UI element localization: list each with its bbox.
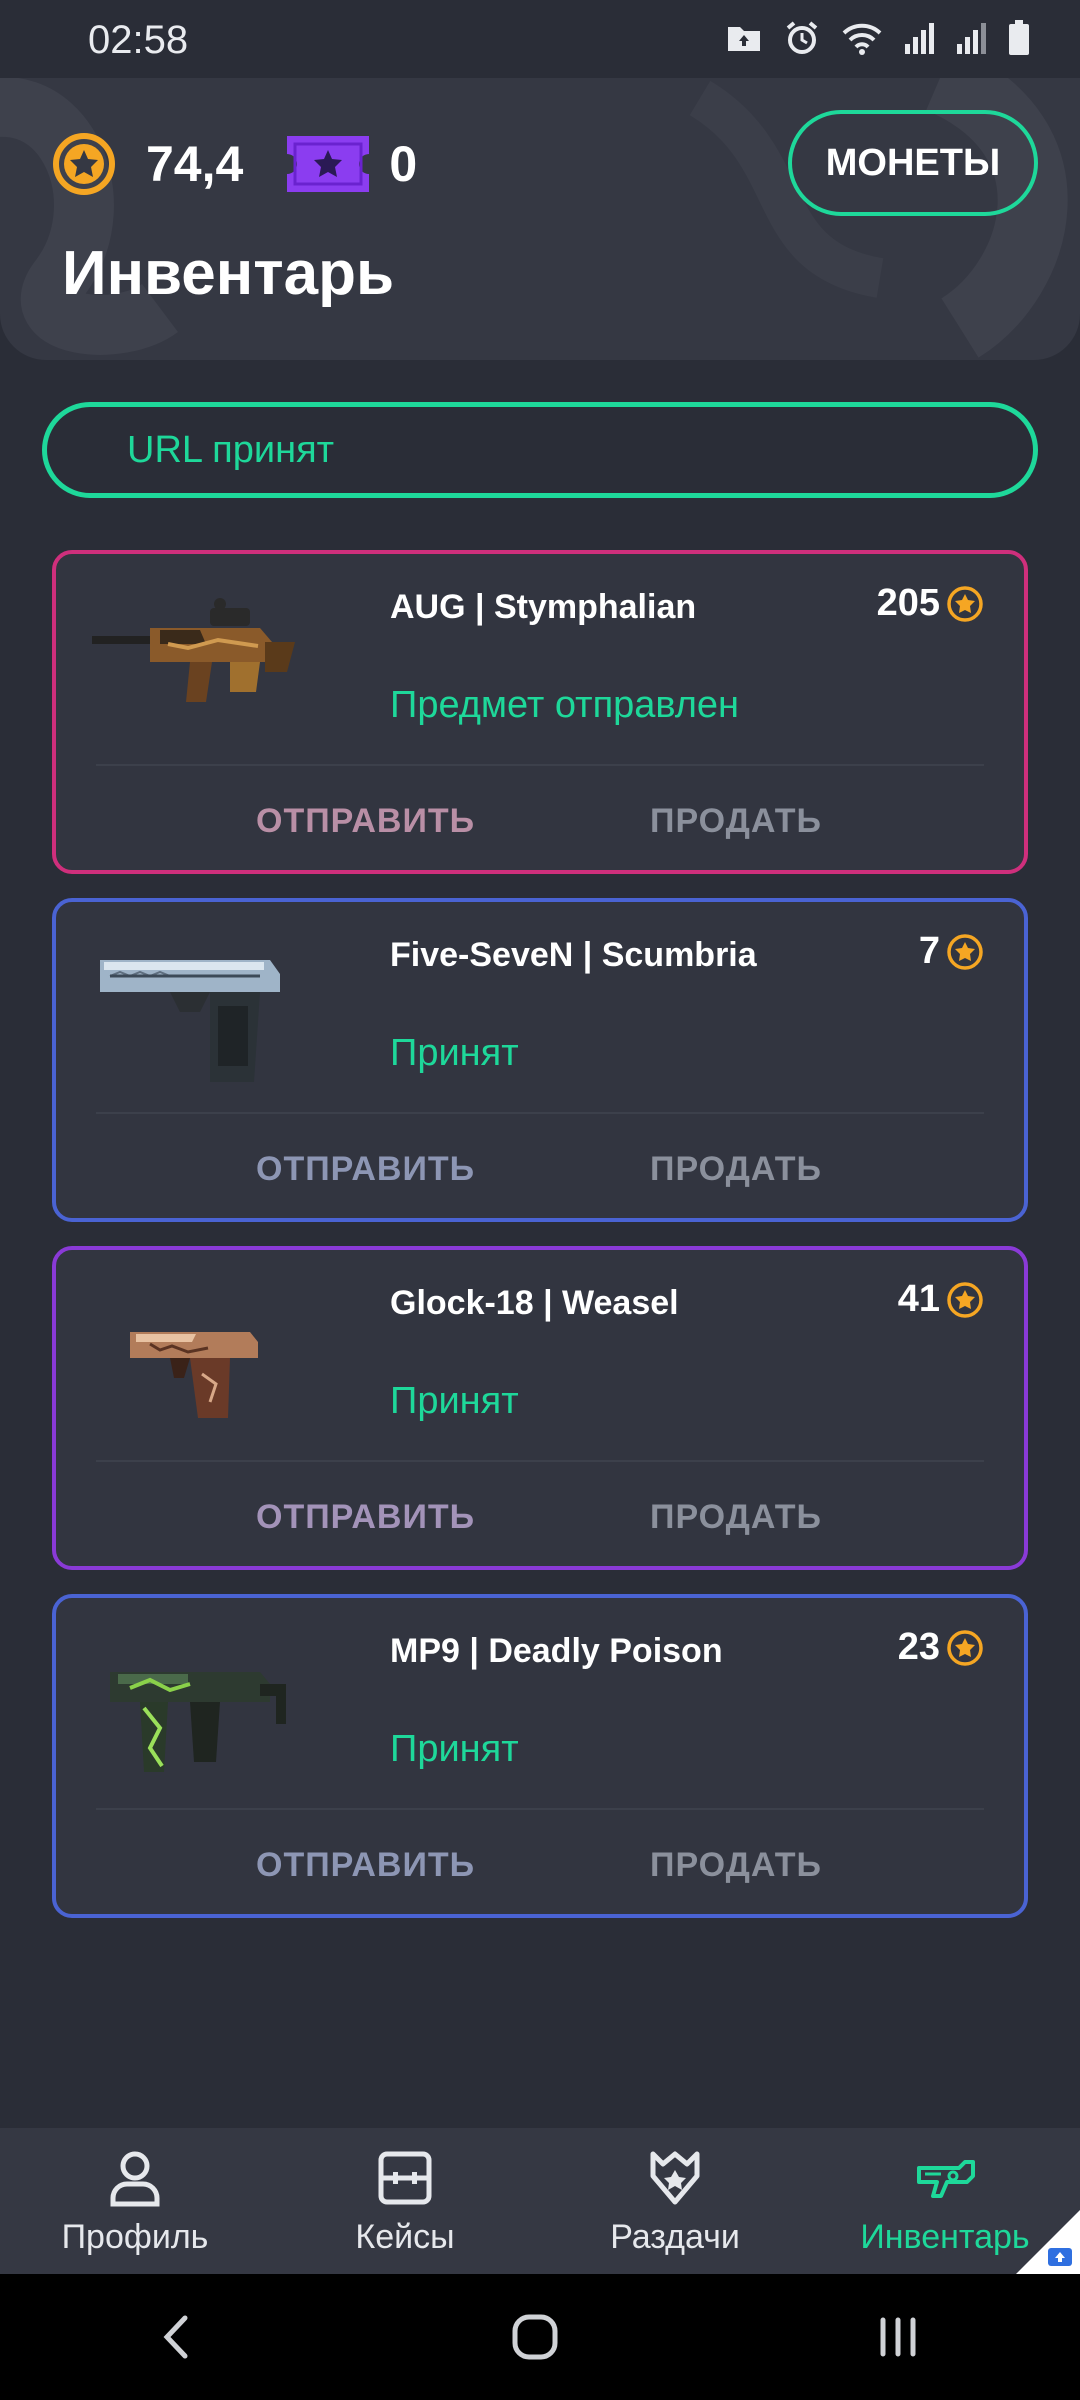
inventory-item: AUG | Stymphalian 205 Предмет отправлен … — [52, 550, 1028, 874]
sell-button[interactable]: ПРОДАТЬ — [650, 1846, 822, 1885]
item-status: Принят — [390, 1032, 519, 1074]
battery-icon — [1009, 20, 1029, 55]
item-price-value: 205 — [876, 582, 940, 624]
balance-bar: 74,4 0 — [52, 132, 417, 196]
nav-profile[interactable]: Профиль — [0, 2128, 270, 2274]
signal-icon — [905, 23, 934, 54]
item-name: AUG | Stymphalian — [390, 588, 697, 626]
item-name: MP9 | Deadly Poison — [390, 1632, 723, 1670]
nav-label: Кейсы — [355, 2218, 455, 2256]
profile-icon — [110, 2151, 160, 2207]
recents-icon[interactable] — [873, 2312, 923, 2362]
back-icon[interactable] — [157, 2312, 197, 2362]
divider — [96, 1808, 984, 1810]
item-price-value: 41 — [897, 1278, 940, 1320]
item-name: Five-SeveN | Scumbria — [390, 936, 757, 974]
nav-giveaways[interactable]: Раздачи — [540, 2128, 810, 2274]
send-button[interactable]: ОТПРАВИТЬ — [256, 802, 475, 841]
send-button[interactable]: ОТПРАВИТЬ — [256, 1498, 475, 1537]
item-name: Glock-18 | Weasel — [390, 1284, 679, 1322]
inventory-item: Glock-18 | Weasel 41 Принят ОТПРАВИТЬ ПР… — [52, 1246, 1028, 1570]
coins-button[interactable]: МОНЕТЫ — [788, 110, 1038, 216]
ticket-balance: 0 — [389, 136, 418, 192]
alarm-icon — [786, 21, 818, 54]
status-bar: 02:58 — [0, 0, 1080, 80]
coin-icon — [53, 133, 115, 195]
cases-icon — [378, 2151, 432, 2205]
item-price: 205 — [877, 582, 984, 625]
nav-label: Профиль — [61, 2218, 209, 2256]
wifi-icon — [842, 23, 882, 55]
five-seven-weapon-image — [100, 960, 280, 1082]
item-status: Принят — [390, 1728, 519, 1770]
signal-icon-2 — [957, 23, 986, 54]
inventory-item: Five-SeveN | Scumbria 7 Принят ОТПРАВИТЬ… — [52, 898, 1028, 1222]
send-button[interactable]: ОТПРАВИТЬ — [256, 1150, 475, 1189]
folder-badge-icon — [1016, 2210, 1080, 2274]
inventory-icon — [917, 2160, 975, 2198]
nav-label: Раздачи — [610, 2218, 740, 2256]
mp9-weapon-image — [110, 1672, 286, 1772]
divider — [96, 1460, 984, 1462]
coin-icon — [947, 933, 983, 970]
folder-icon — [728, 27, 760, 51]
status-time: 02:58 — [88, 18, 189, 62]
home-icon[interactable] — [510, 2312, 560, 2362]
glock-weapon-image — [130, 1332, 258, 1418]
sell-button[interactable]: ПРОДАТЬ — [650, 1150, 822, 1189]
status-icons — [726, 20, 1030, 56]
divider — [96, 1112, 984, 1114]
coin-icon — [947, 1629, 983, 1666]
aug-weapon-image — [92, 598, 295, 702]
sell-button[interactable]: ПРОДАТЬ — [650, 802, 822, 841]
url-status-field[interactable]: URL принят — [42, 402, 1038, 498]
coin-balance: 74,4 — [146, 136, 244, 192]
sell-button[interactable]: ПРОДАТЬ — [650, 1498, 822, 1537]
inventory-list: AUG | Stymphalian 205 Предмет отправлен … — [52, 550, 1028, 1942]
item-status: Предмет отправлен — [390, 684, 740, 726]
bottom-nav: Профиль Кейсы Раздачи Инвентарь — [0, 2128, 1080, 2274]
ticket-icon — [287, 136, 370, 192]
coin-icon — [947, 1281, 983, 1318]
divider — [96, 764, 984, 766]
giveaways-icon — [650, 2151, 700, 2205]
item-price: 41 — [898, 1278, 984, 1321]
item-price-value: 23 — [897, 1626, 940, 1668]
system-nav-bar — [0, 2274, 1080, 2400]
inventory-item: MP9 | Deadly Poison 23 Принят ОТПРАВИТЬ … — [52, 1594, 1028, 1918]
coin-icon — [947, 585, 983, 622]
page-title: Инвентарь — [62, 239, 395, 308]
item-price: 23 — [898, 1626, 984, 1669]
header: 74,4 0 МОНЕТЫ Инвентарь — [0, 78, 1080, 360]
item-status: Принят — [390, 1380, 519, 1422]
item-price-value: 7 — [918, 930, 940, 972]
item-price: 7 — [919, 930, 984, 973]
nav-cases[interactable]: Кейсы — [270, 2128, 540, 2274]
nav-label: Инвентарь — [860, 2218, 1030, 2256]
send-button[interactable]: ОТПРАВИТЬ — [256, 1846, 475, 1885]
